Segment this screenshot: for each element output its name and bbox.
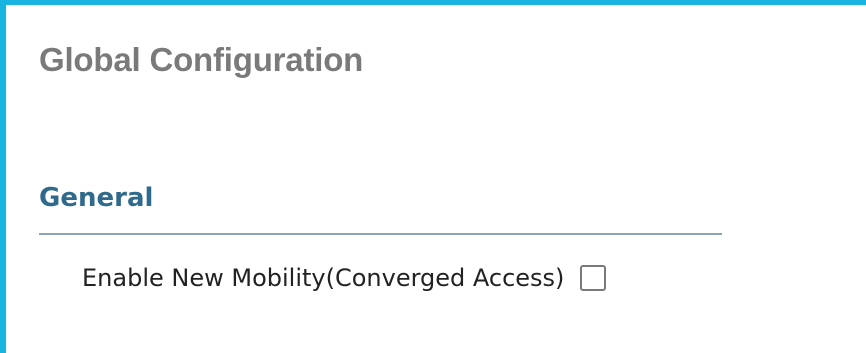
enable-new-mobility-row: Enable New Mobility(Converged Access) bbox=[82, 259, 607, 297]
enable-new-mobility-checkbox[interactable] bbox=[580, 265, 607, 291]
page-title: Global Configuration bbox=[39, 41, 364, 78]
config-panel: Global Configuration General Enable New … bbox=[0, 0, 866, 353]
section-divider bbox=[39, 233, 722, 235]
section-title-general: General bbox=[39, 183, 154, 213]
enable-new-mobility-label: Enable New Mobility(Converged Access) bbox=[82, 264, 565, 292]
